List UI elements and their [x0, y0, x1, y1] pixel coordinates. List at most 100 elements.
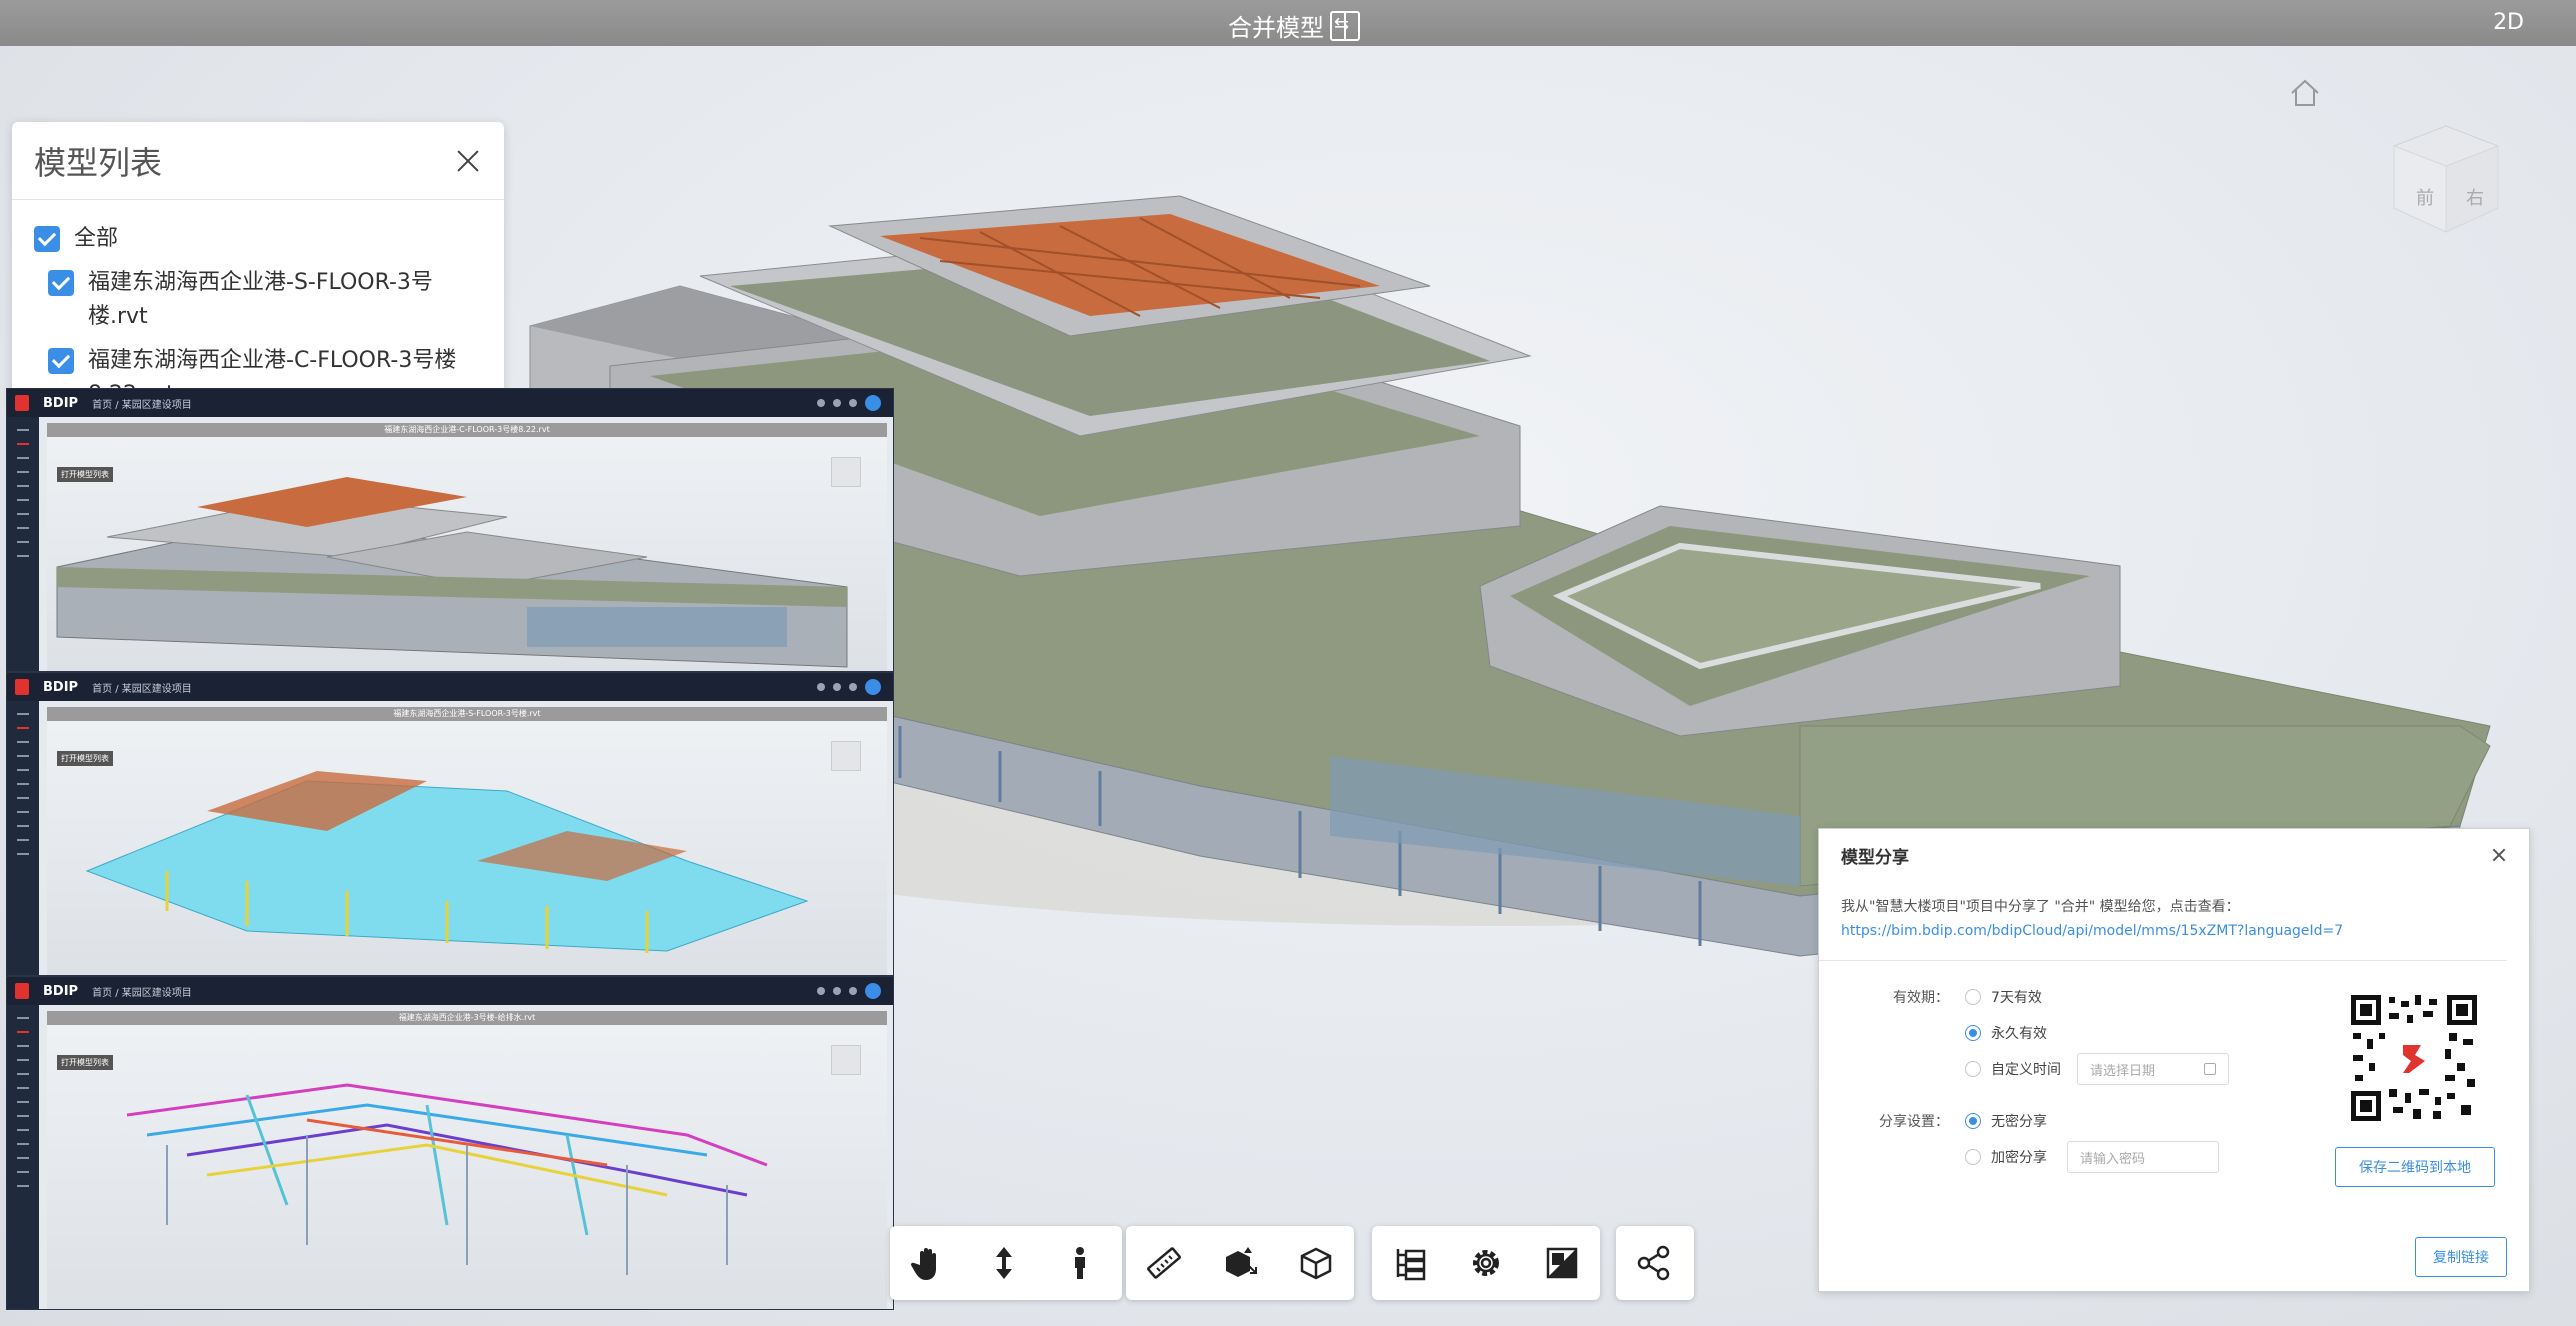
thumb-title-bar: 福建东湖海西企业港-3号楼-给排水.rvt	[47, 1011, 887, 1025]
radio-label: 加密分享	[1991, 1150, 2047, 1166]
help-icon	[817, 683, 825, 691]
mode-2d-toggle[interactable]: 2D	[2493, 10, 2524, 35]
star-icon	[833, 987, 841, 995]
settings-gear-icon[interactable]	[1448, 1226, 1524, 1300]
star-icon	[833, 399, 841, 407]
bdip-logo-icon	[15, 395, 29, 411]
close-icon[interactable]	[2491, 847, 2507, 863]
model-list-header: 模型列表	[12, 122, 504, 200]
thumb-sidebar	[7, 417, 39, 671]
share-title: 模型分享	[1841, 847, 1909, 868]
copy-link-button[interactable]: 复制链接	[2415, 1237, 2507, 1277]
avatar	[865, 679, 881, 695]
model-item-label: 全部	[74, 226, 119, 251]
thumb-sidebar	[7, 701, 39, 975]
model-item-label: 福建东湖海西企业港-S-FLOOR-3号楼.rvt	[88, 270, 433, 329]
contrast-icon[interactable]	[1524, 1226, 1600, 1300]
model-item-all[interactable]: 全部	[34, 222, 482, 256]
toolbar-model-group	[1372, 1226, 1600, 1300]
thumb-header: BDIP 首页 / 某园区建设项目	[7, 673, 893, 701]
thumb-title-bar: 福建东湖海西企业港-S-FLOOR-3号楼.rvt	[47, 707, 887, 721]
thumb-viewport: 打开模型列表	[47, 437, 887, 671]
merge-model-icon[interactable]	[1330, 10, 1360, 41]
bell-icon	[849, 987, 857, 995]
star-icon	[833, 683, 841, 691]
date-picker-input[interactable]: 请选择日期	[2077, 1053, 2229, 1085]
top-bar: 合并模型 2D	[0, 0, 2576, 46]
person-walk-icon[interactable]	[1042, 1226, 1118, 1300]
help-icon	[817, 399, 825, 407]
bdip-logo-icon	[15, 679, 29, 695]
thumb-sidebar	[7, 1005, 39, 1309]
radio-label: 自定义时间	[1991, 1062, 2061, 1078]
checkbox-model[interactable]	[48, 270, 74, 296]
share-message-text: 我从"智慧大楼项目"项目中分享了 "合并" 模型给您，点击查看：	[1841, 899, 2240, 915]
thumb-viewport: 打开模型列表	[47, 721, 887, 975]
model-item[interactable]: 福建东湖海西企业港-S-FLOOR-3号楼.rvt	[34, 266, 482, 334]
password-input[interactable]: 请输入密码	[2067, 1141, 2219, 1173]
close-icon[interactable]	[454, 147, 482, 175]
radio-label: 永久有效	[1991, 1026, 2047, 1042]
title-text: 合并模型	[1228, 14, 1324, 42]
screenshot-thumbnail-mep: BDIP 首页 / 某园区建设项目 福建东湖海西企业港-3号楼-给排水.rvt …	[6, 976, 894, 1310]
share-header: 模型分享	[1819, 829, 2529, 881]
bdip-logo-icon	[15, 983, 29, 999]
screenshot-thumbnail-structure: BDIP 首页 / 某园区建设项目 福建东湖海西企业港-S-FLOOR-3号楼.…	[6, 672, 894, 976]
calendar-icon	[2204, 1063, 2216, 1075]
radio-label: 7天有效	[1991, 990, 2042, 1006]
thumb-brand: BDIP	[43, 983, 79, 999]
radio-custom[interactable]	[1965, 1061, 1981, 1077]
window-title: 合并模型	[1228, 8, 1360, 43]
share-icon[interactable]	[1616, 1226, 1692, 1300]
bell-icon	[849, 683, 857, 691]
share-setting-label: 分享设置：	[1879, 1114, 1949, 1130]
section-box-icon[interactable]	[1202, 1226, 1278, 1300]
avatar	[865, 395, 881, 411]
thumb-header: BDIP 首页 / 某园区建设项目	[7, 977, 893, 1005]
help-icon	[817, 987, 825, 995]
share-link[interactable]: https://bim.bdip.com/bdipCloud/api/model…	[1841, 923, 2343, 939]
share-option-no-password[interactable]: 无密分享	[1965, 1111, 2047, 1131]
qr-code	[2349, 993, 2479, 1123]
radio-permanent[interactable]	[1965, 1025, 1981, 1041]
model-tree-icon[interactable]	[1372, 1226, 1448, 1300]
model-list-panel: 模型列表 全部 福建东湖海西企业港-S-FLOOR-3号楼.rvt 福建东湖海西…	[12, 122, 504, 412]
avatar	[865, 983, 881, 999]
validity-option-custom[interactable]: 自定义时间	[1965, 1059, 2061, 1079]
thumb-title-bar: 福建东湖海西企业港-C-FLOOR-3号楼8.22.rvt	[47, 423, 887, 437]
toolbar-navigation-group	[890, 1226, 1122, 1300]
validity-option-7days[interactable]: 7天有效	[1965, 987, 2042, 1007]
radio-7days[interactable]	[1965, 989, 1981, 1005]
radio-no-password[interactable]	[1965, 1113, 1981, 1129]
share-message: 我从"智慧大楼项目"项目中分享了 "合并" 模型给您，点击查看： https://…	[1819, 881, 2507, 961]
vertical-move-icon[interactable]	[966, 1226, 1042, 1300]
thumb-building	[56, 477, 848, 668]
thumb-breadcrumb: 首页 / 某园区建设项目	[92, 987, 192, 999]
home-icon[interactable]	[2288, 76, 2322, 110]
checkbox-all[interactable]	[34, 226, 60, 252]
toolbar-tools-group	[1126, 1226, 1354, 1300]
model-list: 全部 福建东湖海西企业港-S-FLOOR-3号楼.rvt 福建东湖海西企业港-C…	[12, 200, 504, 412]
radio-encrypted[interactable]	[1965, 1149, 1981, 1165]
model-share-dialog: 模型分享 我从"智慧大楼项目"项目中分享了 "合并" 模型给您，点击查看： htt…	[1818, 828, 2530, 1292]
thumb-mep-pipes	[126, 1083, 768, 1275]
share-option-encrypted[interactable]: 加密分享	[1965, 1147, 2047, 1167]
checkbox-model[interactable]	[48, 348, 74, 374]
thumb-structure	[85, 771, 809, 953]
cube-icon[interactable]	[1278, 1226, 1354, 1300]
screenshot-thumbnail-architecture: BDIP 首页 / 某园区建设项目 福建东湖海西企业港-C-FLOOR-3号楼8…	[6, 388, 894, 672]
save-qr-button[interactable]: 保存二维码到本地	[2335, 1147, 2495, 1187]
thumb-viewport: 打开模型列表	[47, 1025, 887, 1309]
date-placeholder: 请选择日期	[2090, 1063, 2156, 1079]
measure-ruler-icon[interactable]	[1126, 1226, 1202, 1300]
password-placeholder: 请输入密码	[2080, 1151, 2146, 1167]
toolbar-share-group	[1616, 1226, 1694, 1300]
thumb-brand: BDIP	[43, 679, 79, 695]
bell-icon	[849, 399, 857, 407]
validity-label: 有效期：	[1893, 990, 1949, 1006]
thumb-breadcrumb: 首页 / 某园区建设项目	[92, 399, 192, 411]
validity-option-permanent[interactable]: 永久有效	[1965, 1023, 2047, 1043]
thumb-header: BDIP 首页 / 某园区建设项目	[7, 389, 893, 417]
pan-hand-icon[interactable]	[890, 1226, 966, 1300]
model-list-title: 模型列表	[34, 143, 163, 182]
